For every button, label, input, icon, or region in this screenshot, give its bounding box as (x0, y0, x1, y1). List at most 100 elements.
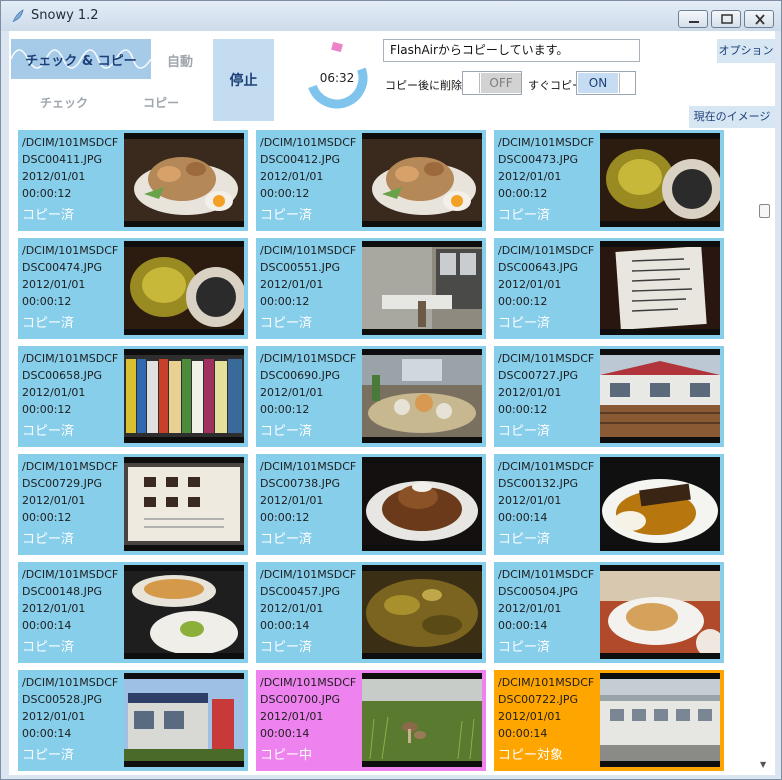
file-card[interactable]: /DCIM/101MSDCF DSC00551.JPG 2012/01/01 00:0… (256, 238, 486, 339)
food-plate-icon (124, 139, 244, 221)
file-grid: /DCIM/101MSDCF DSC00411.JPG 2012/01/01 00:0… (18, 130, 738, 772)
file-card[interactable]: /DCIM/101MSDCF DSC00690.JPG 2012/01/01 00:0… (256, 346, 486, 447)
file-card[interactable]: /DCIM/101MSDCF DSC00474.JPG 2012/01/01 00:0… (18, 238, 248, 339)
thumbnail (362, 673, 482, 767)
delete-after-copy-toggle[interactable]: OFF (462, 71, 522, 95)
mushroom-grass-icon (362, 679, 482, 761)
food-plate-icon (362, 139, 482, 221)
delete-after-copy-label: コピー後に削除 (385, 79, 462, 92)
hamburg-plate-icon (362, 463, 482, 545)
room-table-icon (362, 247, 482, 329)
thumbnail (124, 349, 244, 443)
vertical-scrollbar[interactable]: ▼ (756, 130, 772, 772)
stop-button[interactable]: 停止 (213, 39, 274, 121)
scroll-thumb[interactable] (759, 204, 770, 218)
copy-status: コピー済 (22, 640, 75, 655)
minimize-button[interactable] (678, 10, 708, 28)
title-bar[interactable]: Snowy 1.2 (1, 1, 781, 31)
maximize-button[interactable] (711, 10, 741, 28)
file-card[interactable]: /DCIM/101MSDCF DSC00727.JPG 2012/01/01 00:0… (494, 346, 724, 447)
file-date: 2012/01/01 (260, 494, 324, 507)
file-date: 2012/01/01 (498, 494, 562, 507)
file-card[interactable]: /DCIM/101MSDCF DSC00457.JPG 2012/01/01 00:0… (256, 562, 486, 663)
thumbnail (362, 565, 482, 659)
thumbnail (600, 673, 720, 767)
file-time: 00:00:14 (260, 619, 310, 632)
file-time: 00:00:14 (498, 727, 548, 740)
copy-status: コピー済 (22, 424, 75, 439)
file-card[interactable]: /DCIM/101MSDCF DSC00729.JPG 2012/01/01 00:0… (18, 454, 248, 555)
file-folder: /DCIM/101MSDCF (498, 676, 595, 689)
file-time: 00:00:12 (22, 295, 72, 308)
file-folder: /DCIM/101MSDCF (260, 676, 357, 689)
file-card[interactable]: /DCIM/101MSDCF DSC00528.JPG 2012/01/01 00:0… (18, 670, 248, 771)
file-time: 00:00:12 (260, 295, 310, 308)
feather-icon (12, 9, 24, 23)
file-name: DSC00643.JPG (498, 261, 579, 274)
copy-status: コピー済 (498, 316, 551, 331)
file-name: DSC00551.JPG (260, 261, 341, 274)
option-button[interactable]: オプション (717, 39, 775, 63)
check-mode-button[interactable]: チェック (40, 94, 88, 111)
file-card[interactable]: /DCIM/101MSDCF DSC00132.JPG 2012/01/01 00:0… (494, 454, 724, 555)
file-date: 2012/01/01 (260, 278, 324, 291)
file-folder: /DCIM/101MSDCF (498, 136, 595, 149)
file-card[interactable]: /DCIM/101MSDCF DSC00412.JPG 2012/01/01 00:0… (256, 130, 486, 231)
thumbnail (362, 133, 482, 227)
file-time: 00:00:12 (22, 511, 72, 524)
file-name: DSC00411.JPG (22, 153, 103, 166)
toggle-knob (619, 73, 635, 93)
copy-mode-button[interactable]: コピー (143, 94, 179, 111)
file-time: 00:00:14 (22, 727, 72, 740)
building-deck-icon (600, 355, 720, 437)
file-card[interactable]: /DCIM/101MSDCF DSC00473.JPG 2012/01/01 00:0… (494, 130, 724, 231)
file-date: 2012/01/01 (22, 494, 86, 507)
file-folder: /DCIM/101MSDCF (498, 244, 595, 257)
food-closeup-icon (362, 571, 482, 653)
menu-board-icon (124, 463, 244, 545)
thumbnail (600, 241, 720, 335)
file-name: DSC00722.JPG (498, 693, 579, 706)
thumbnail (600, 457, 720, 551)
auto-mode-button[interactable]: 自動 (167, 51, 193, 70)
file-date: 2012/01/01 (22, 170, 86, 183)
copy-now-toggle[interactable]: ON (576, 71, 636, 95)
drink-glass-icon (124, 247, 244, 329)
file-time: 00:00:14 (22, 619, 72, 632)
file-folder: /DCIM/101MSDCF (22, 244, 119, 257)
copy-now-label: すぐコピー (528, 79, 583, 92)
storefront-icon (124, 679, 244, 761)
thumbnail (362, 241, 482, 335)
copy-status: コピー済 (498, 532, 551, 547)
file-date: 2012/01/01 (260, 710, 324, 723)
file-card[interactable]: /DCIM/101MSDCF DSC00504.JPG 2012/01/01 00:0… (494, 562, 724, 663)
file-card[interactable]: /DCIM/101MSDCF DSC00722.JPG 2012/01/01 00:0… (494, 670, 724, 771)
file-folder: /DCIM/101MSDCF (260, 568, 357, 581)
file-time: 00:00:12 (498, 403, 548, 416)
close-button[interactable] (744, 10, 774, 28)
file-name: DSC00148.JPG (22, 585, 103, 598)
file-name: DSC00729.JPG (22, 477, 103, 490)
thumbnail (600, 565, 720, 659)
file-card[interactable]: /DCIM/101MSDCF DSC00738.JPG 2012/01/01 00:0… (256, 454, 486, 555)
file-card[interactable]: /DCIM/101MSDCF DSC00658.JPG 2012/01/01 00:0… (18, 346, 248, 447)
file-name: DSC00738.JPG (260, 477, 341, 490)
scroll-down-icon[interactable]: ▼ (760, 760, 766, 769)
file-date: 2012/01/01 (498, 170, 562, 183)
thumbnail (124, 241, 244, 335)
file-card[interactable]: /DCIM/101MSDCF DSC00148.JPG 2012/01/01 00:0… (18, 562, 248, 663)
check-copy-mode-button[interactable]: チェック & コピー (11, 39, 151, 79)
file-folder: /DCIM/101MSDCF (22, 676, 119, 689)
file-time: 00:00:12 (22, 403, 72, 416)
file-folder: /DCIM/101MSDCF (22, 352, 119, 365)
copy-status: コピー済 (22, 748, 75, 763)
status-message: FlashAirからコピーしています。 (383, 39, 640, 62)
copy-status: コピー済 (498, 208, 551, 223)
current-image-button[interactable]: 現在のイメージ (689, 106, 775, 128)
file-card[interactable]: /DCIM/101MSDCF DSC00411.JPG 2012/01/01 00:0… (18, 130, 248, 231)
curry-plate-icon (600, 463, 720, 545)
delete-after-copy-value: OFF (481, 73, 521, 93)
file-card[interactable]: /DCIM/101MSDCF DSC00700.JPG 2012/01/01 00:0… (256, 670, 486, 771)
file-name: DSC00528.JPG (22, 693, 103, 706)
file-card[interactable]: /DCIM/101MSDCF DSC00643.JPG 2012/01/01 00:0… (494, 238, 724, 339)
